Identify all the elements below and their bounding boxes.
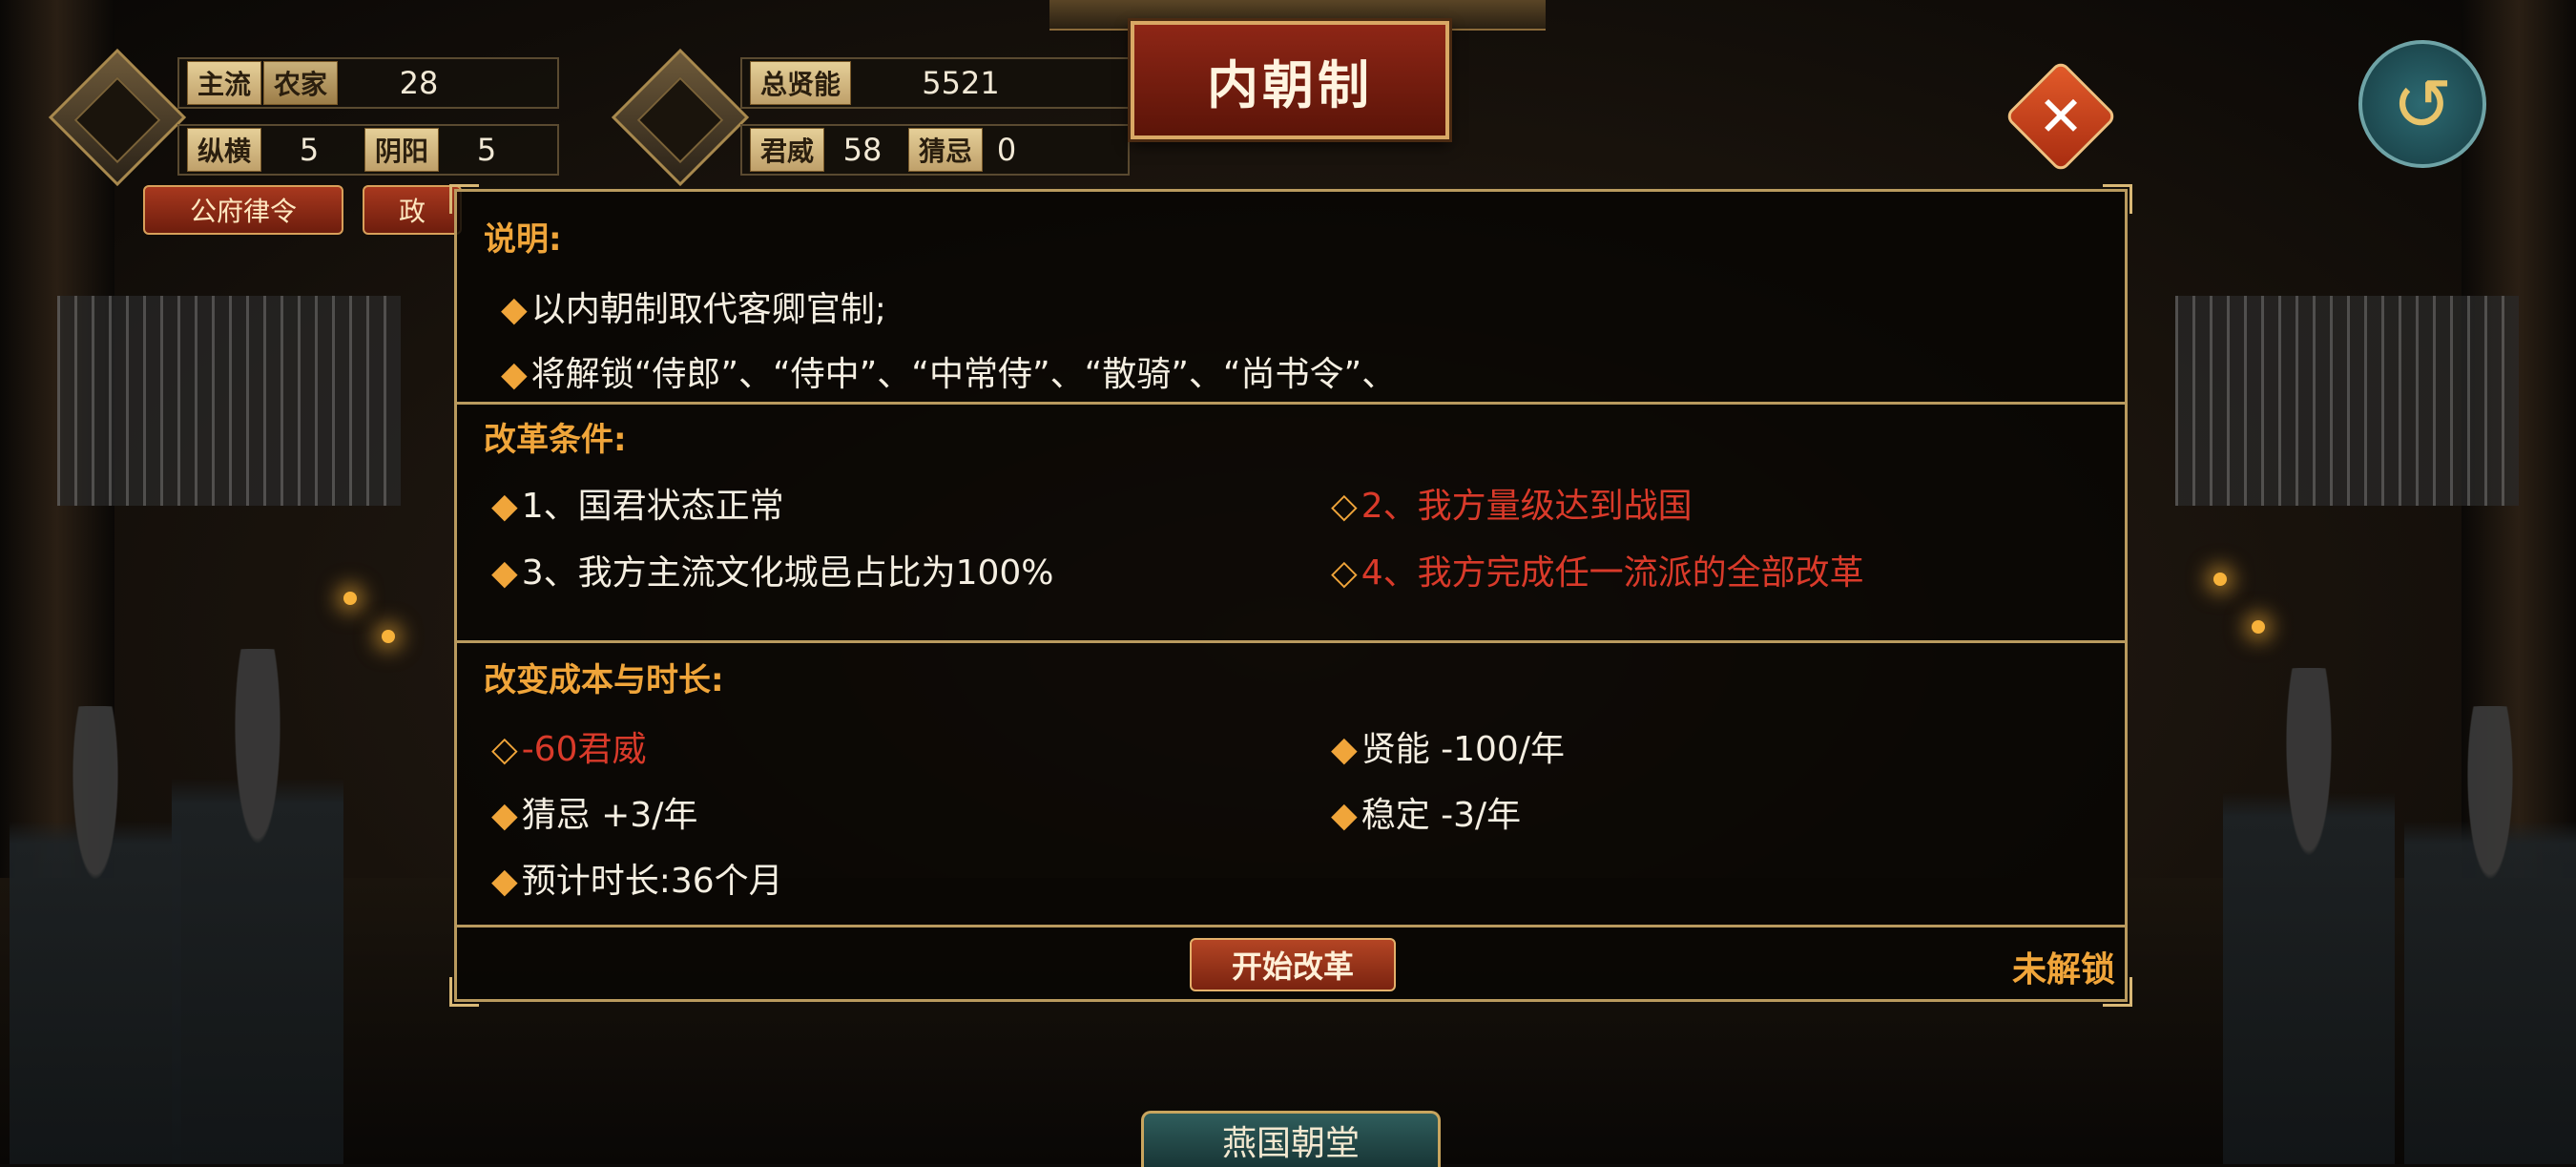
yinyang-label: 阴阳 [364,128,440,172]
official-figure [2404,706,2576,1164]
mainstream-count: 28 [399,65,439,101]
close-icon[interactable]: ✕ [2021,76,2101,156]
condition-item-unmet: ◇ 4、我方完成任一流派的全部改革 [1331,553,1864,593]
reform-title-plate: 内朝制 [1131,21,1449,139]
condition-item-unmet: ◇ 2、我方量级达到战国 [1331,487,1693,526]
section-divider [457,402,2125,405]
section-divider [457,640,2125,643]
lock-status: 未解锁 [2011,950,2115,990]
court-tab[interactable]: 燕国朝堂 [1141,1111,1441,1167]
description-line: ◆ 将解锁“侍郎”、“侍中”、“中常侍”、“散骑”、“尚书令”、 [501,355,1397,394]
mainstream-row: 主流 农家 28 [177,57,559,109]
lamp [2213,573,2227,586]
diamond-bullet-icon: ◆ [501,355,528,394]
reform-detail-panel: 说明: ◆ 以内朝制取代客卿官制; ◆ 将解锁“侍郎”、“侍中”、“中常侍”、“散骑… [449,184,2132,1007]
school-row: 纵横 5 阴阳 5 [177,124,559,176]
cost-item: ◆ 贤能 -100/年 [1331,730,1565,769]
start-reform-button[interactable]: 开始改革 [1190,938,1396,991]
prestige-row: 君威 58 猜忌 0 [740,124,1130,176]
diamond-bullet-icon: ◆ [491,862,518,901]
condition-item: ◆ 3、我方主流文化城邑占比为100% [491,553,1054,593]
back-arrow-icon: ↺ [2392,61,2453,147]
official-figure [10,706,181,1164]
section-divider [457,925,2125,927]
cost-item: ◆ 猜忌 +3/年 [491,796,698,835]
description-list[interactable]: ◆ 以内朝制取代客卿官制; ◆ 将解锁“侍郎”、“侍中”、“中常侍”、“散骑”、“尚… [457,268,2125,402]
total-talent-label: 总贤能 [750,61,852,105]
official-figure [172,649,343,1164]
prestige-label: 君威 [750,128,825,172]
cost-heading: 改变成本与时长: [484,661,724,699]
hollow-diamond-icon: ◇ [1331,487,1358,526]
mainstream-label: 主流 [187,61,262,105]
law-button[interactable]: 公府律令 [143,185,343,235]
official-figure [2223,668,2395,1164]
description-line: ◆ 以内朝制取代客卿官制; [501,290,886,329]
lamp [2252,620,2265,634]
conditions-list[interactable]: ◆ 1、国君状态正常 ◇ 2、我方量级达到战国 ◆ 3、我方主流文化城邑占比为100%… [457,469,2125,638]
suspicion-value: 0 [996,132,1017,168]
description-heading: 说明: [484,220,562,259]
lamp [382,630,395,643]
total-talent-value: 5521 [922,65,1000,101]
left-lattice-window [57,296,401,506]
reform-title: 内朝制 [1207,54,1373,115]
mainstream-value: 农家 [263,61,339,105]
diamond-bullet-icon: ◆ [491,553,518,593]
diamond-bullet-icon: ◆ [1331,796,1358,835]
total-talent-row: 总贤能 5521 [740,57,1130,109]
diamond-bullet-icon: ◆ [491,487,518,526]
policy-button[interactable]: 政 [363,185,462,235]
hollow-diamond-icon: ◇ [491,730,518,769]
duration-item: ◆ 预计时长:36个月 [491,862,783,901]
prestige-value: 58 [842,132,883,168]
diamond-bullet-icon: ◆ [1331,730,1358,769]
suspicion-label: 猜忌 [908,128,984,172]
diamond-bullet-icon: ◆ [501,290,528,329]
right-lattice-window [2175,296,2519,506]
lamp [343,592,357,605]
cost-item-unmet: ◇ -60君威 [491,730,647,769]
zongheng-label: 纵横 [187,128,262,172]
hollow-diamond-icon: ◇ [1331,553,1358,593]
back-button[interactable]: ↺ [2358,40,2486,168]
condition-item: ◆ 1、国君状态正常 [491,487,784,526]
conditions-heading: 改革条件: [484,421,627,459]
yinyang-value: 5 [476,132,497,168]
cost-item: ◆ 稳定 -3/年 [1331,796,1522,835]
zongheng-value: 5 [299,132,320,168]
diamond-bullet-icon: ◆ [491,796,518,835]
